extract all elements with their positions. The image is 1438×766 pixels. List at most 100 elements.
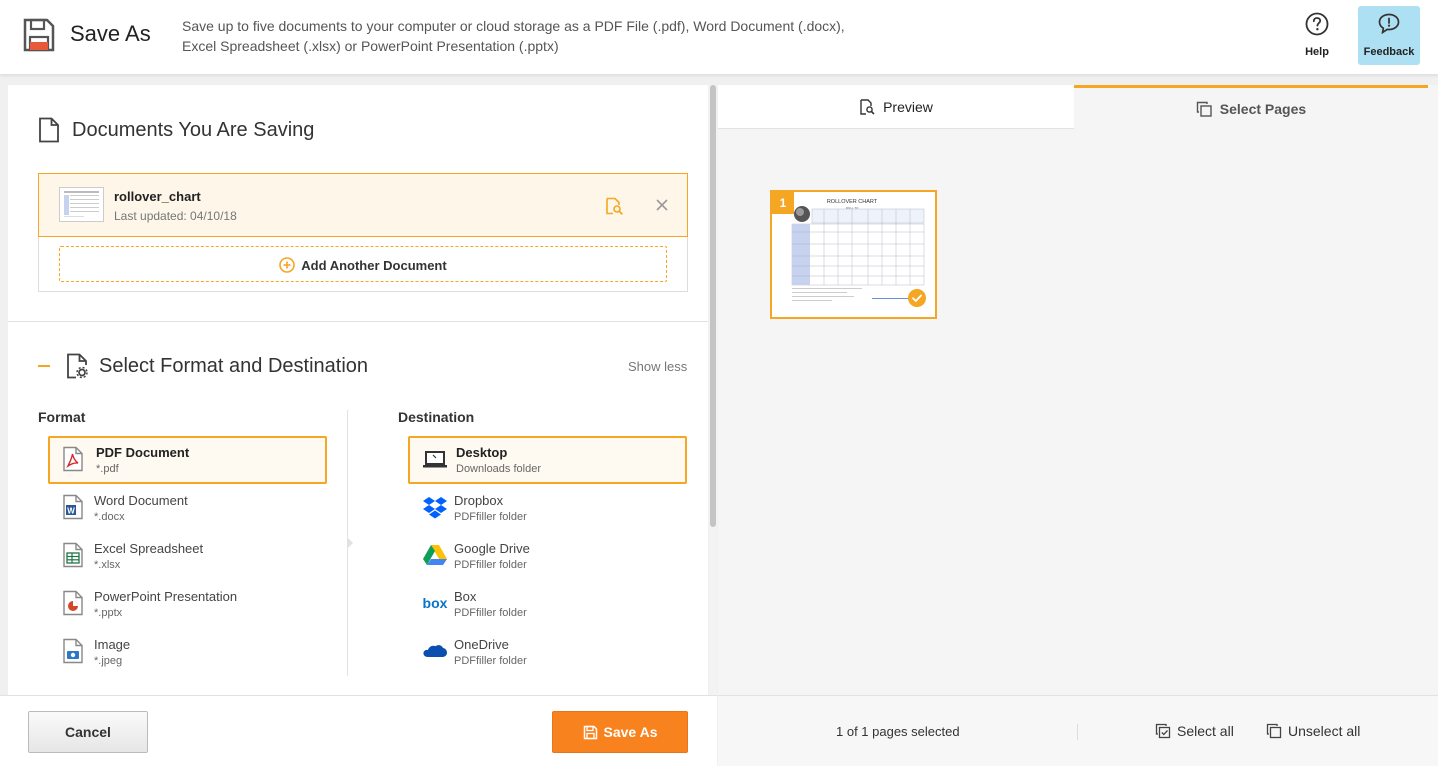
google-drive-icon bbox=[423, 545, 447, 565]
feedback-button[interactable]: Feedback bbox=[1358, 6, 1420, 65]
page-number: 1 bbox=[772, 192, 794, 214]
tab-select-pages[interactable]: Select Pages bbox=[1074, 85, 1428, 129]
footer-separator bbox=[1077, 724, 1078, 740]
preview-document-icon[interactable] bbox=[605, 197, 623, 215]
excel-file-icon bbox=[63, 542, 83, 568]
tab-preview[interactable]: Preview bbox=[718, 85, 1074, 129]
feedback-label: Feedback bbox=[1363, 46, 1415, 58]
help-label: Help bbox=[1305, 46, 1329, 58]
plus-circle-icon bbox=[279, 257, 296, 273]
document-item[interactable]: rollover_chart Last updated: 04/10/18 bbox=[38, 173, 688, 237]
destination-option-onedrive[interactable]: OneDrive PDFfiller folder bbox=[408, 628, 687, 676]
section-divider bbox=[8, 321, 708, 322]
preview-icon bbox=[860, 98, 875, 115]
destination-folder: PDFfiller folder bbox=[454, 559, 527, 571]
pdf-file-icon bbox=[63, 446, 83, 472]
format-extension: *.xlsx bbox=[94, 559, 121, 571]
destination-name: Desktop bbox=[456, 445, 508, 460]
destination-option-google-drive[interactable]: Google Drive PDFfiller folder bbox=[408, 532, 687, 580]
box-icon: box bbox=[423, 595, 448, 611]
save-as-dialog: Save As Save up to five documents to you… bbox=[0, 0, 1438, 766]
page-title: Save As bbox=[70, 21, 151, 46]
format-name: PowerPoint Presentation bbox=[94, 589, 238, 604]
page-selected-check-icon[interactable] bbox=[908, 289, 926, 307]
cancel-button[interactable]: Cancel bbox=[28, 711, 148, 753]
header-description: Save up to five documents to your comput… bbox=[182, 18, 845, 54]
svg-text:W: W bbox=[67, 507, 75, 516]
onedrive-icon bbox=[423, 645, 447, 657]
format-extension: *.jpeg bbox=[94, 655, 123, 667]
left-panel-scrollbar[interactable] bbox=[709, 85, 717, 695]
save-icon bbox=[583, 725, 597, 739]
unselect-all-icon bbox=[1266, 723, 1282, 739]
document-updated: Last updated: 04/10/18 bbox=[114, 209, 237, 223]
format-name: Image bbox=[94, 637, 131, 652]
right-footer: 1 of 1 pages selected Select all Unselec… bbox=[718, 695, 1438, 766]
scrollbar-thumb[interactable] bbox=[710, 85, 716, 527]
feedback-icon bbox=[1378, 13, 1400, 35]
powerpoint-file-icon bbox=[63, 590, 83, 616]
help-button[interactable]: Help bbox=[1286, 6, 1348, 65]
document-icon bbox=[39, 117, 59, 143]
select-all-label: Select all bbox=[1177, 723, 1234, 739]
thumb-title: ROLLOVER CHART bbox=[827, 199, 878, 205]
destination-option-box[interactable]: box Box PDFfiller folder bbox=[408, 580, 687, 628]
add-another-document-button[interactable]: Add Another Document bbox=[59, 246, 667, 282]
destination-name: Dropbox bbox=[454, 493, 504, 508]
destination-name: Box bbox=[454, 589, 477, 604]
tab-label: Select Pages bbox=[1219, 100, 1307, 117]
destination-option-dropbox[interactable]: Dropbox PDFfiller folder bbox=[408, 484, 687, 532]
format-extension: *.docx bbox=[94, 511, 125, 523]
left-footer: Cancel Save As bbox=[0, 695, 717, 766]
desktop-icon bbox=[423, 451, 447, 468]
tab-label: Preview bbox=[883, 98, 933, 115]
destination-option-desktop[interactable]: Desktop Downloads folder bbox=[408, 436, 687, 484]
pages-selected-count: 1 of 1 pages selected bbox=[836, 724, 960, 739]
destination-folder: Downloads folder bbox=[456, 463, 541, 475]
word-file-icon: W bbox=[63, 494, 83, 520]
svg-text:box: box bbox=[423, 595, 448, 611]
destination-heading: Destination bbox=[398, 409, 475, 425]
destination-name: OneDrive bbox=[454, 637, 509, 652]
select-all-button[interactable]: Select all bbox=[1155, 723, 1234, 739]
collapse-section-button[interactable] bbox=[38, 365, 50, 367]
format-option-word[interactable]: W Word Document *.docx bbox=[48, 484, 327, 532]
format-extension: *.pdf bbox=[96, 463, 119, 475]
format-option-powerpoint[interactable]: PowerPoint Presentation *.pptx bbox=[48, 580, 327, 628]
format-option-image[interactable]: Image *.jpeg bbox=[48, 628, 327, 676]
format-name: Excel Spreadsheet bbox=[94, 541, 204, 556]
column-arrow bbox=[347, 537, 353, 549]
destination-name: Google Drive bbox=[454, 541, 530, 556]
documents-section-title: Documents You Are Saving bbox=[72, 119, 315, 141]
document-name: rollover_chart bbox=[114, 189, 201, 204]
format-heading: Format bbox=[38, 409, 86, 425]
format-extension: *.pptx bbox=[94, 607, 123, 619]
format-name: PDF Document bbox=[96, 445, 190, 460]
header: Save As Save up to five documents to you… bbox=[0, 0, 1438, 75]
document-settings-icon bbox=[67, 353, 88, 379]
save-as-button[interactable]: Save As bbox=[552, 711, 688, 753]
destination-folder: PDFfiller folder bbox=[454, 655, 527, 667]
save-as-label: Save As bbox=[603, 724, 658, 740]
format-option-excel[interactable]: Excel Spreadsheet *.xlsx bbox=[48, 532, 327, 580]
unselect-all-button[interactable]: Unselect all bbox=[1266, 723, 1360, 739]
right-panel: Preview Select Pages ROLLOVER CHART ROLL… bbox=[718, 85, 1438, 695]
dropbox-icon bbox=[423, 497, 447, 519]
format-section-title: Select Format and Destination bbox=[99, 355, 369, 377]
page-thumbnail[interactable]: ROLLOVER CHART ROLL TO 1 bbox=[770, 190, 937, 319]
add-document-label: Add Another Document bbox=[301, 257, 447, 273]
destination-folder: PDFfiller folder bbox=[454, 607, 527, 619]
save-icon bbox=[23, 18, 55, 52]
document-thumbnail bbox=[59, 187, 104, 222]
select-all-icon bbox=[1155, 723, 1171, 739]
destination-folder: PDFfiller folder bbox=[454, 511, 527, 523]
format-option-pdf[interactable]: PDF Document *.pdf bbox=[48, 436, 327, 484]
pages-icon bbox=[1196, 101, 1212, 117]
show-less-link[interactable]: Show less bbox=[628, 359, 687, 374]
format-name: Word Document bbox=[94, 493, 188, 508]
left-panel: Documents You Are Saving rollover_chart … bbox=[8, 85, 708, 695]
remove-document-icon[interactable] bbox=[655, 198, 669, 212]
help-icon bbox=[1305, 12, 1329, 36]
unselect-all-label: Unselect all bbox=[1288, 723, 1361, 739]
image-file-icon bbox=[63, 638, 83, 664]
